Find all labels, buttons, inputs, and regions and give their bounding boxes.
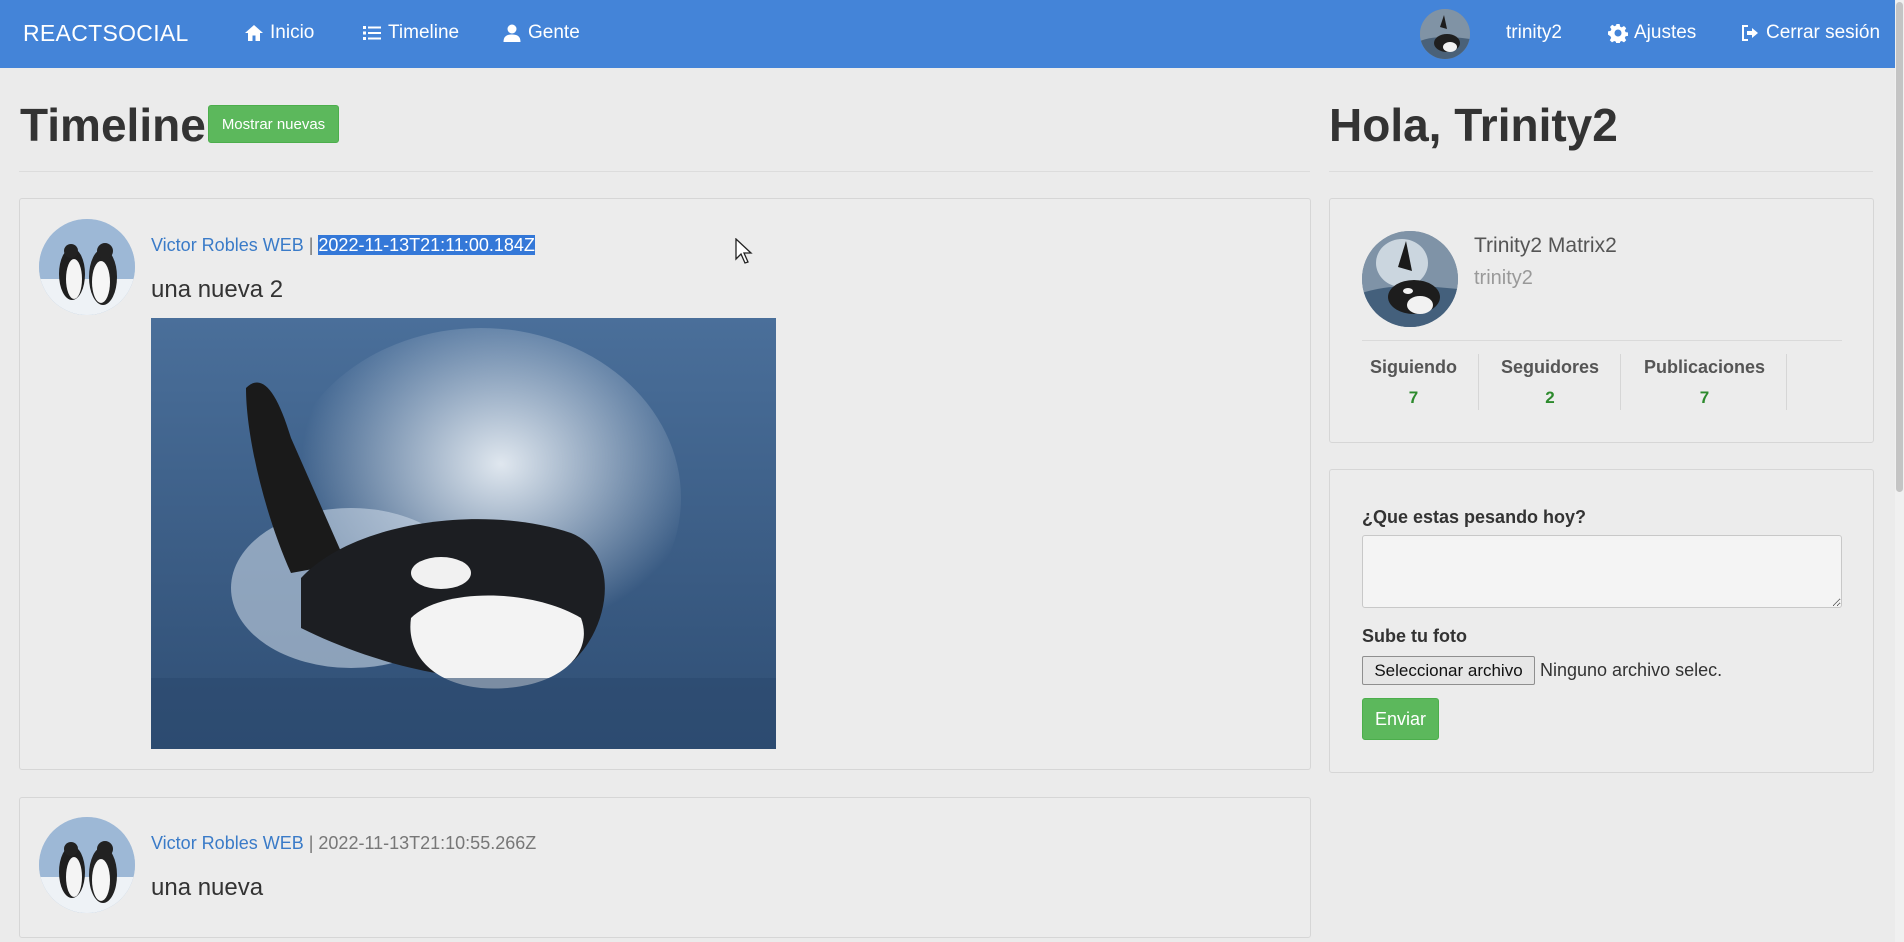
divider bbox=[1362, 340, 1842, 341]
profile-avatar[interactable] bbox=[1362, 231, 1458, 327]
nav-item-settings[interactable]: Ajustes bbox=[1608, 22, 1696, 44]
nav-item-label: Ajustes bbox=[1634, 22, 1697, 43]
post-date: 2022-11-13T21:11:00.184Z bbox=[318, 235, 535, 255]
post-date: 2022-11-13T21:10:55.266Z bbox=[318, 833, 537, 853]
scrollbar[interactable] bbox=[1895, 0, 1904, 942]
stat-value: 7 bbox=[1408, 388, 1419, 407]
top-navbar: REACTSOCIAL Inicio Timeline Gente trinit… bbox=[0, 0, 1904, 68]
meta-separator: | bbox=[303, 833, 319, 853]
post-image[interactable] bbox=[151, 318, 776, 749]
stat-followers[interactable]: Seguidores 2 bbox=[1501, 357, 1599, 408]
gear-icon bbox=[1608, 24, 1628, 43]
post-author-link[interactable]: Victor Robles WEB bbox=[151, 833, 304, 853]
stat-divider bbox=[1620, 354, 1621, 410]
user-icon bbox=[503, 24, 521, 42]
nav-item-label: Gente bbox=[528, 22, 580, 43]
post-card: Victor Robles WEB | 2022-11-13T21:11:00.… bbox=[19, 198, 1311, 770]
submit-button[interactable]: Enviar bbox=[1362, 698, 1439, 740]
post-meta: Victor Robles WEB | 2022-11-13T21:11:00.… bbox=[151, 235, 535, 256]
stat-label: Siguiendo bbox=[1370, 357, 1457, 377]
meta-separator: | bbox=[303, 235, 319, 255]
post-meta: Victor Robles WEB | 2022-11-13T21:10:55.… bbox=[151, 833, 536, 854]
nav-item-timeline[interactable]: Timeline bbox=[362, 22, 459, 44]
post-avatar[interactable] bbox=[39, 817, 135, 913]
profile-panel: Trinity2 Matrix2 trinity2 Siguiendo 7 Se… bbox=[1329, 198, 1874, 443]
nav-item-label: Cerrar sesión bbox=[1766, 22, 1881, 43]
post-text: una nueva bbox=[151, 874, 264, 901]
page-title: Timeline bbox=[20, 99, 206, 151]
nav-item-label: Inicio bbox=[270, 22, 315, 43]
post-avatar[interactable] bbox=[39, 219, 135, 315]
post-text: una nueva 2 bbox=[151, 276, 284, 303]
stat-publications[interactable]: Publicaciones 7 bbox=[1644, 357, 1765, 408]
list-icon bbox=[363, 26, 381, 40]
file-select-button[interactable]: Seleccionar archivo bbox=[1362, 656, 1535, 685]
nav-item-label: Timeline bbox=[388, 22, 460, 43]
stat-label: Seguidores bbox=[1501, 357, 1600, 377]
sign-out-icon bbox=[1742, 25, 1758, 41]
stat-divider bbox=[1478, 354, 1479, 410]
stat-following[interactable]: Siguiendo 7 bbox=[1370, 357, 1457, 408]
divider bbox=[19, 171, 1310, 172]
scrollbar-thumb[interactable] bbox=[1896, 2, 1903, 492]
post-author-link[interactable]: Victor Robles WEB bbox=[151, 235, 304, 255]
show-new-button[interactable]: Mostrar nuevas bbox=[208, 105, 339, 143]
profile-name: Trinity2 Matrix2 bbox=[1474, 234, 1617, 257]
brand-logo[interactable]: REACTSOCIAL bbox=[23, 20, 189, 47]
stat-value: 2 bbox=[1545, 388, 1555, 407]
stat-value: 7 bbox=[1699, 388, 1710, 407]
post-card: Victor Robles WEB | 2022-11-13T21:10:55.… bbox=[19, 797, 1311, 938]
mouse-cursor-icon bbox=[735, 238, 753, 264]
nav-item-gente[interactable]: Gente bbox=[502, 22, 580, 44]
post-textarea[interactable] bbox=[1362, 535, 1842, 608]
new-post-panel: ¿Que estas pesando hoy? Sube tu foto Sel… bbox=[1329, 469, 1874, 773]
nav-username[interactable]: trinity2 bbox=[1506, 22, 1562, 44]
nav-item-inicio[interactable]: Inicio bbox=[244, 22, 314, 44]
question-label: ¿Que estas pesando hoy? bbox=[1362, 507, 1587, 527]
home-icon bbox=[245, 25, 263, 41]
file-status: Ninguno archivo selec. bbox=[1540, 660, 1723, 680]
divider bbox=[1329, 171, 1873, 172]
nav-item-logout[interactable]: Cerrar sesión bbox=[1740, 22, 1880, 44]
photo-label: Sube tu foto bbox=[1362, 626, 1467, 646]
nav-avatar[interactable] bbox=[1420, 9, 1470, 59]
stat-label: Publicaciones bbox=[1644, 357, 1766, 377]
stat-divider bbox=[1786, 354, 1787, 410]
greeting-title: Hola, Trinity2 bbox=[1329, 99, 1618, 151]
profile-nick: trinity2 bbox=[1474, 267, 1533, 289]
